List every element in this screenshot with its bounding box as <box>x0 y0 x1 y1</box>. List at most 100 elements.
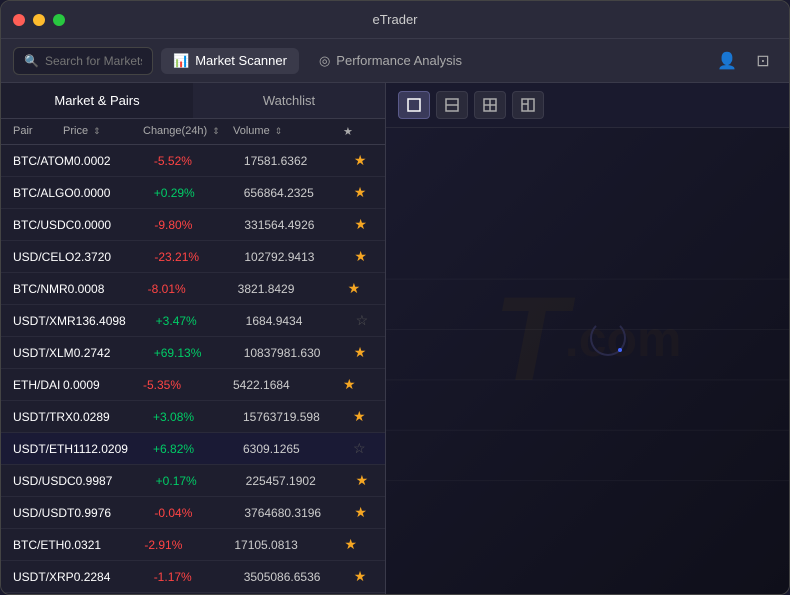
volume-value: 6309.1265 <box>243 442 353 456</box>
chart-toolbar <box>386 83 789 128</box>
table-header: Pair Price ⇕ Change(24h) ⇕ Volume ⇕ ★ <box>1 119 385 145</box>
search-box[interactable]: 🔍 <box>13 47 153 75</box>
change-value: -8.01% <box>148 282 238 296</box>
table-row[interactable]: USD/USDC 0.9987 +0.17% 225457.1902 ★ <box>1 465 385 497</box>
star-button[interactable]: ★ <box>348 280 378 297</box>
layout-single-icon <box>406 97 422 113</box>
close-button[interactable] <box>13 14 25 26</box>
price-value: 1112.0209 <box>73 442 153 456</box>
change-value: +0.17% <box>156 474 246 488</box>
table-row[interactable]: BTC/ALGO 0.0000 +0.29% 656864.2325 ★ <box>1 177 385 209</box>
search-icon: 🔍 <box>24 54 39 68</box>
window-title: eTrader <box>372 12 417 27</box>
price-value: 0.2284 <box>74 570 154 584</box>
star-button[interactable]: ☆ <box>353 440 383 457</box>
pair-name: BTC/ALGO <box>13 186 74 200</box>
table-row[interactable]: ETH/DAI 0.0009 -5.35% 5422.1684 ★ <box>1 369 385 401</box>
pair-name: USDT/ETH <box>13 442 73 456</box>
volume-value: 656864.2325 <box>244 186 354 200</box>
pair-name: BTC/USDC <box>13 218 74 232</box>
price-value: 0.0008 <box>68 282 148 296</box>
pair-name: USD/USDC <box>13 474 76 488</box>
tab-markets[interactable]: Market & Pairs <box>1 83 193 118</box>
table-row[interactable]: BTC/ATOM 0.0002 -5.52% 17581.6362 ★ <box>1 145 385 177</box>
price-value: 0.2742 <box>74 346 154 360</box>
layout-button[interactable]: ⊡ <box>749 47 777 75</box>
star-button[interactable]: ★ <box>344 536 374 553</box>
change-value: +3.47% <box>156 314 246 328</box>
main-content: Market & Pairs Watchlist Pair Price ⇕ Ch… <box>1 83 789 594</box>
header-change[interactable]: Change(24h) ⇕ <box>143 125 233 138</box>
pair-name: USD/USDT <box>13 506 74 520</box>
header-price[interactable]: Price ⇕ <box>63 125 143 138</box>
price-value: 0.0289 <box>73 410 153 424</box>
left-panel: Market & Pairs Watchlist Pair Price ⇕ Ch… <box>1 83 386 594</box>
table-row[interactable]: USDT/XMR 136.4098 +3.47% 1684.9434 ☆ <box>1 305 385 337</box>
pair-name: ETH/DAI <box>13 378 63 392</box>
header-pair[interactable]: Pair <box>13 125 63 138</box>
table-row[interactable]: BTC/USDC 0.0000 -9.80% 331564.4926 ★ <box>1 209 385 241</box>
change-value: -0.04% <box>154 506 244 520</box>
layout-quad-icon <box>482 97 498 113</box>
market-table: BTC/ATOM 0.0002 -5.52% 17581.6362 ★ BTC/… <box>1 145 385 594</box>
star-button[interactable]: ★ <box>356 472 385 489</box>
chart-area: T .com <box>386 128 789 594</box>
layout-single-button[interactable] <box>398 91 430 119</box>
star-button[interactable]: ★ <box>354 216 384 233</box>
change-value: +69.13% <box>154 346 244 360</box>
table-row[interactable]: USD/CELO 2.3720 -23.21% 102792.9413 ★ <box>1 241 385 273</box>
volume-value: 5422.1684 <box>233 378 343 392</box>
star-button[interactable]: ★ <box>343 376 373 393</box>
table-row[interactable]: BTC/ETH 0.0321 -2.91% 17105.0813 ★ <box>1 529 385 561</box>
layout-quad-button[interactable] <box>474 91 506 119</box>
volume-value: 1684.9434 <box>246 314 356 328</box>
star-button[interactable]: ★ <box>354 248 384 265</box>
star-button[interactable]: ☆ <box>356 312 385 329</box>
main-window: eTrader 🔍 📊 Market Scanner ◎ Performance… <box>0 0 790 595</box>
spinner-circle <box>590 320 626 356</box>
table-row[interactable]: BTC/NMR 0.0008 -8.01% 3821.8429 ★ <box>1 273 385 305</box>
layout-horizontal-button[interactable] <box>436 91 468 119</box>
market-scanner-button[interactable]: 📊 Market Scanner <box>161 48 299 74</box>
spinner-dot <box>618 348 622 352</box>
chart-background: T .com <box>386 128 789 594</box>
star-button[interactable]: ★ <box>354 568 384 585</box>
search-input[interactable] <box>45 54 142 68</box>
toolbar: 🔍 📊 Market Scanner ◎ Performance Analysi… <box>1 39 789 83</box>
header-star: ★ <box>343 125 373 138</box>
user-icon: 👤 <box>717 51 737 71</box>
user-button[interactable]: 👤 <box>713 47 741 75</box>
change-value: -2.91% <box>144 538 234 552</box>
pair-name: USDT/XMR <box>13 314 76 328</box>
volume-sort-icon: ⇕ <box>275 126 283 136</box>
toolbar-right: 👤 ⊡ <box>713 47 777 75</box>
pair-name: USDT/TRX <box>13 410 73 424</box>
tab-watchlist[interactable]: Watchlist <box>193 83 385 118</box>
table-row[interactable]: USDT/XLM 0.2742 +69.13% 10837981.630 ★ <box>1 337 385 369</box>
price-value: 136.4098 <box>76 314 156 328</box>
price-value: 0.0321 <box>64 538 144 552</box>
table-row[interactable]: USDT/ETH 1112.0209 +6.82% 6309.1265 ☆ <box>1 433 385 465</box>
volume-value: 3821.8429 <box>238 282 348 296</box>
pair-name: BTC/ATOM <box>13 154 74 168</box>
volume-value: 3505086.6536 <box>244 570 354 584</box>
change-value: +6.82% <box>153 442 243 456</box>
star-button[interactable]: ★ <box>354 344 384 361</box>
minimize-button[interactable] <box>33 14 45 26</box>
maximize-button[interactable] <box>53 14 65 26</box>
right-panel: T .com <box>386 83 789 594</box>
loading-spinner <box>590 320 626 356</box>
layout-complex-button[interactable] <box>512 91 544 119</box>
table-row[interactable]: USDT/XRP 0.2284 -1.17% 3505086.6536 ★ <box>1 561 385 593</box>
header-volume[interactable]: Volume ⇕ <box>233 125 343 138</box>
table-row[interactable]: USDT/TRX 0.0289 +3.08% 15763719.598 ★ <box>1 401 385 433</box>
change-value: -1.17% <box>154 570 244 584</box>
star-button[interactable]: ★ <box>354 184 384 201</box>
market-scanner-icon: 📊 <box>173 53 189 69</box>
star-button[interactable]: ★ <box>354 504 384 521</box>
star-button[interactable]: ★ <box>354 152 384 169</box>
performance-analysis-button[interactable]: ◎ Performance Analysis <box>307 48 474 74</box>
price-value: 0.9987 <box>76 474 156 488</box>
star-button[interactable]: ★ <box>353 408 383 425</box>
table-row[interactable]: USD/USDT 0.9976 -0.04% 3764680.3196 ★ <box>1 497 385 529</box>
